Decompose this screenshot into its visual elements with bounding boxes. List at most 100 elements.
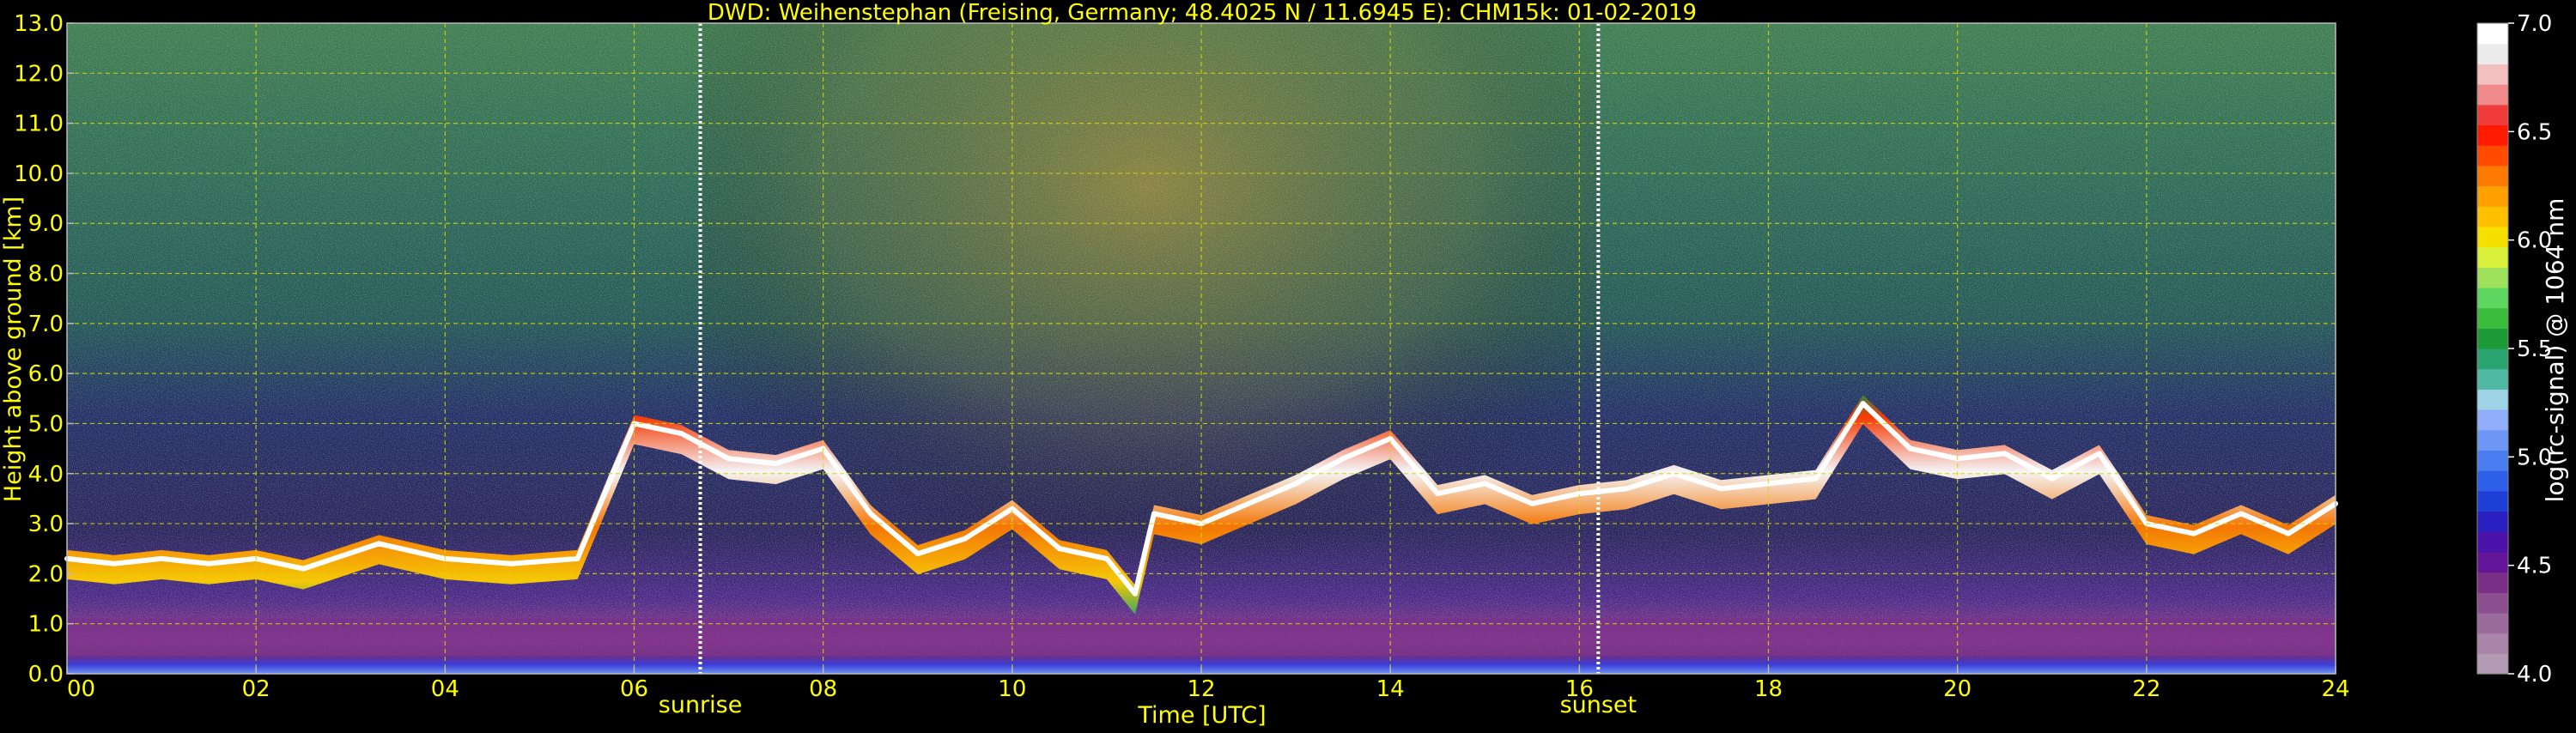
y-tick-label: 12.0 [14,61,64,87]
y-axis-label: Height above ground [km] [0,197,27,502]
y-tick-label: 11.0 [14,112,64,137]
x-tick-label: 08 [809,676,837,702]
colorbar-tick-label: 7.0 [2517,11,2552,37]
colorbar-swatch [2477,84,2508,106]
cloud-layer-point [1103,555,1109,561]
cloud-layer-point [2286,530,2291,536]
colorbar-swatch [2477,226,2508,248]
colorbar-swatch [2477,551,2508,573]
colorbar-swatch [2477,592,2508,614]
colorbar-swatch [2477,470,2508,492]
colorbar-tick-label: 6.5 [2517,119,2552,145]
cloud-layer-point [1529,500,1535,506]
cloud-layer-point [112,560,117,566]
y-tick-label: 5.0 [28,411,64,437]
cloud-layer-point [1718,486,1724,492]
cloud-layer-point [1482,481,1488,487]
colorbar-swatch [2477,165,2508,187]
y-tick-label: 7.0 [28,312,64,337]
cloud-layer-point [867,511,873,517]
cloud-layer-point [574,555,580,561]
cloud-layer-point [1246,500,1251,506]
cloud-layer-point [1624,486,1630,492]
colorbar-tick-label: 4.5 [2517,554,2552,579]
y-tick-label: 13.0 [14,11,64,37]
cloud-layer-point [2190,530,2196,536]
cloud-layer-point [206,560,212,566]
cloud-layer-point [2238,511,2244,517]
colorbar-swatch [2477,633,2508,654]
y-tick-label: 8.0 [28,262,64,288]
colorbar-swatch [2477,389,2508,410]
cloud-layer-point [1151,511,1157,517]
colorbar-tick-label: 4.0 [2517,662,2552,688]
colorbar-swatch [2477,612,2508,634]
colorbar-swatch [2477,429,2508,451]
cloud-layer-point [301,566,307,572]
colorbar-swatch [2477,145,2508,167]
y-tick-label: 1.0 [28,612,64,638]
colorbar-swatch [2477,64,2508,85]
x-tick-label: 00 [67,676,95,702]
y-tick-label: 10.0 [14,161,64,187]
colorbar-swatch [2477,267,2508,288]
colorbar-swatch [2477,246,2508,268]
colorbar-swatch [2477,206,2508,227]
x-tick-label: 06 [620,676,648,702]
colorbar-swatch [2477,572,2508,593]
cloud-layer-point [1132,591,1138,597]
colorbar-swatch [2477,368,2508,390]
colorbar-swatch [2477,124,2508,146]
colorbar-swatch [2477,409,2508,431]
colorbar-swatch [2477,185,2508,207]
x-tick-label: 12 [1187,676,1215,702]
cloud-layer-point [1813,476,1819,482]
cloud-layer-point [1056,546,1062,552]
colorbar-swatch [2477,450,2508,471]
colorbar-swatch [2477,23,2508,45]
cloud-layer-point [1907,445,1913,451]
ceilometer-plot: 00 02 04 06 08 10 12 14 16 18 20 22 24 0.0 1.0 2.0 3.0 4… [0,0,2576,730]
colorbar-swatch [2477,348,2508,370]
y-tick-label: 3.0 [28,512,64,537]
x-tick-label: 20 [1943,676,1971,702]
y-tick-label: 2.0 [28,561,64,587]
cloud-layer-point [726,456,732,462]
cloud-layer-point [2002,451,2008,457]
colorbar-swatch [2477,104,2508,126]
colorbar-swatch [2477,43,2508,64]
chart-svg: 00 02 04 06 08 10 12 14 16 18 20 22 24 0.01.02.03.04… [0,0,2569,729]
cloud-layer-point [914,551,920,557]
cloud-layer-point [678,431,684,437]
plot-area [64,22,2338,675]
cloud-layer-point [1293,481,1299,487]
x-tick-label: 02 [242,676,270,702]
colorbar-swatch [2477,531,2508,553]
colorbar-swatch [2477,328,2508,349]
cloud-layer-point [773,461,779,467]
cloud-layer-point [1435,491,1441,497]
cloud-layer-point [2049,476,2055,482]
y-tick-label: 4.0 [28,462,64,488]
sunrise-label: sunrise [659,692,743,718]
colorbar-swatches [2477,23,2508,675]
colorbar-swatch [2477,287,2508,309]
colorbar-swatch [2477,653,2508,675]
x-tick-label: 22 [2132,676,2160,702]
cloud-layer-point [2096,451,2102,457]
cloud-layer-point [376,541,382,547]
colorbar-swatch [2477,511,2508,532]
y-tick-label: 6.0 [28,361,64,387]
cloud-layer-point [1860,401,1866,407]
x-tick-label: 10 [998,676,1026,702]
colorbar-swatch [2477,490,2508,512]
cloud-layer-point [962,536,968,542]
x-tick-label: 24 [2321,676,2349,702]
cloud-layer-point [159,555,165,561]
colorbar-swatch [2477,307,2508,329]
x-tick-label: 04 [431,676,459,702]
cloud-layer-point [508,560,514,566]
cloud-layer-point [1340,456,1346,462]
x-tick-label: 18 [1754,676,1783,702]
colorbar: 4.04.55.05.56.06.57.0 log(rc-signal) @ 1… [2476,11,2569,688]
